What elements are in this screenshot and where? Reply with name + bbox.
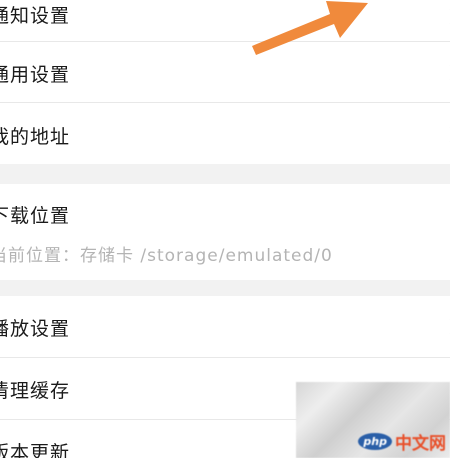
watermark-brand-text: 中文网	[395, 434, 446, 454]
watermark: php 中文网	[296, 382, 450, 458]
chevron-right-icon	[442, 64, 450, 81]
annotation-arrow-icon	[252, 1, 368, 55]
general-settings-row[interactable]: 通用设置	[0, 42, 450, 102]
php-logo-icon: php	[358, 433, 392, 450]
my-address-label: 我的地址	[0, 126, 71, 148]
version-update-label: 版本更新	[0, 442, 71, 458]
section-gap	[0, 280, 450, 296]
settings-screen: 通知设置 通用设置 我的地址 下载位置 当前位置：存储卡 /storage/em…	[0, 0, 450, 458]
watermark-logo: php 中文网	[358, 429, 446, 454]
notification-settings-row[interactable]: 通知设置	[0, 0, 450, 41]
playback-settings-row[interactable]: 播放设置	[0, 296, 450, 357]
chevron-right-icon	[442, 8, 450, 25]
download-location-row[interactable]: 下载位置 当前位置：存储卡 /storage/emulated/0	[0, 184, 450, 280]
current-location-text: 当前位置：存储卡 /storage/emulated/0	[0, 246, 333, 266]
playback-settings-label: 播放设置	[0, 318, 71, 340]
chevron-right-icon	[442, 126, 450, 143]
section-gap	[0, 164, 450, 184]
general-settings-label: 通用设置	[0, 64, 71, 86]
clear-cache-label: 清理缓存	[0, 380, 71, 402]
download-location-label: 下载位置	[0, 205, 71, 227]
notification-settings-label: 通知设置	[0, 5, 71, 27]
chevron-right-icon	[442, 318, 450, 335]
my-address-row[interactable]: 我的地址	[0, 103, 450, 164]
annotation-arrow-shape	[252, 1, 368, 55]
